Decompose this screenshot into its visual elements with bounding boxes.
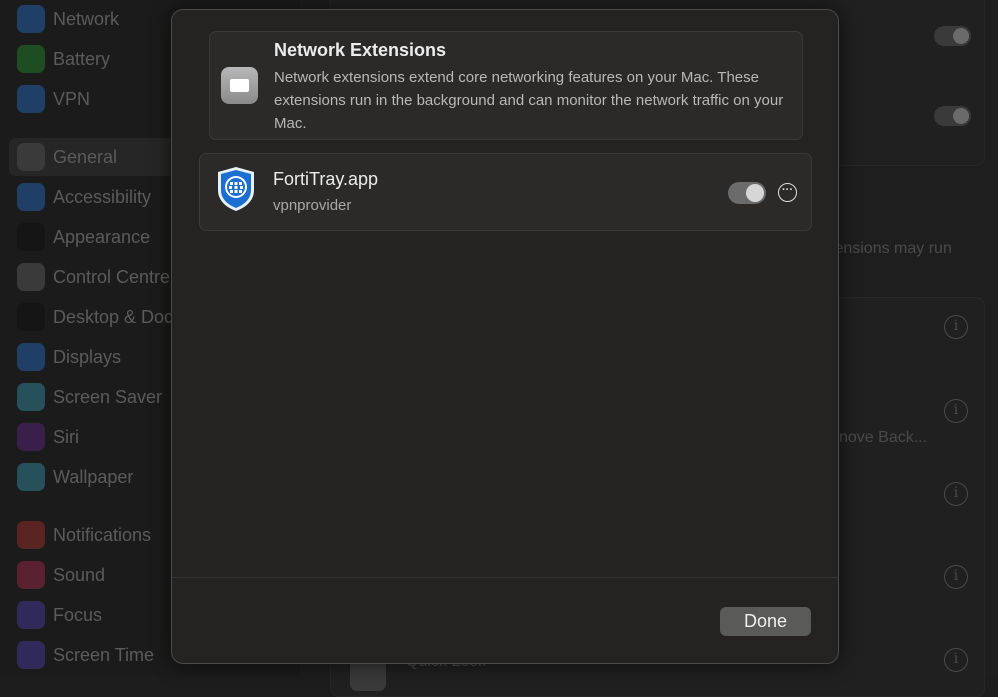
- sidebar-item-label: Appearance: [53, 226, 151, 247]
- sidebar-item-label: Desktop & Dock: [53, 306, 183, 327]
- row-subtitle: nove Back...: [839, 429, 928, 446]
- control-centre-icon: [17, 263, 45, 291]
- sidebar-item-label: Siri: [53, 426, 79, 447]
- siri-icon: [17, 423, 45, 451]
- header-card: Network Extensions Network extensions ex…: [209, 31, 803, 140]
- toggle[interactable]: [934, 106, 971, 126]
- sidebar-item-label: General: [53, 146, 118, 167]
- puzzle-extension-icon: [221, 67, 258, 104]
- sidebar-item-label: Focus: [53, 604, 103, 625]
- sidebar-item-label: Notifications: [53, 524, 152, 545]
- extension-name: FortiTray.app: [273, 169, 379, 189]
- screen-saver-icon: [17, 383, 45, 411]
- sidebar-item-label: Accessibility: [53, 186, 152, 207]
- sidebar-item-label: Displays: [53, 346, 122, 367]
- info-icon[interactable]: i: [944, 648, 968, 672]
- hourglass-icon: [17, 641, 45, 669]
- vpn-globe-icon: [17, 85, 45, 113]
- sheet-description: Network extensions extend core networkin…: [274, 69, 784, 132]
- extension-subtitle: vpnprovider: [273, 197, 352, 214]
- extension-enable-toggle[interactable]: [728, 182, 766, 204]
- sidebar-item-label: Network: [53, 8, 120, 29]
- battery-icon: [17, 45, 45, 73]
- done-button[interactable]: Done: [720, 607, 811, 636]
- toggle[interactable]: [934, 26, 971, 46]
- sidebar-item-label: Sound: [53, 564, 106, 585]
- desktop-dock-icon: [17, 303, 45, 331]
- sidebar-item-label: Screen Time: [53, 644, 155, 665]
- info-icon[interactable]: i: [944, 482, 968, 506]
- info-icon[interactable]: i: [944, 315, 968, 339]
- bell-icon: [17, 521, 45, 549]
- info-icon[interactable]: i: [944, 399, 968, 423]
- appearance-icon: [17, 223, 45, 251]
- sidebar-item-label: Control Centre: [53, 266, 171, 287]
- sun-icon: [17, 343, 45, 371]
- divider: [172, 577, 838, 578]
- moon-icon: [17, 601, 45, 629]
- sidebar-item-label: Screen Saver: [53, 386, 163, 407]
- globe-icon: [17, 5, 45, 33]
- section-description: tensions may run: [830, 240, 952, 257]
- sidebar-item-label: VPN: [53, 88, 91, 109]
- extension-row: FortiTray.app vpnprovider ···: [199, 153, 812, 231]
- flower-icon: [17, 463, 45, 491]
- gear-icon: [17, 143, 45, 171]
- fortinet-shield-icon: [218, 167, 254, 211]
- accessibility-icon: [17, 183, 45, 211]
- more-options-icon[interactable]: ···: [778, 183, 797, 202]
- speaker-icon: [17, 561, 45, 589]
- network-extensions-sheet: Network Extensions Network extensions ex…: [171, 9, 839, 664]
- sidebar-item-label: Wallpaper: [53, 466, 134, 487]
- sheet-title: Network Extensions: [274, 40, 447, 60]
- info-icon[interactable]: i: [944, 565, 968, 589]
- sidebar-item-label: Battery: [53, 48, 111, 69]
